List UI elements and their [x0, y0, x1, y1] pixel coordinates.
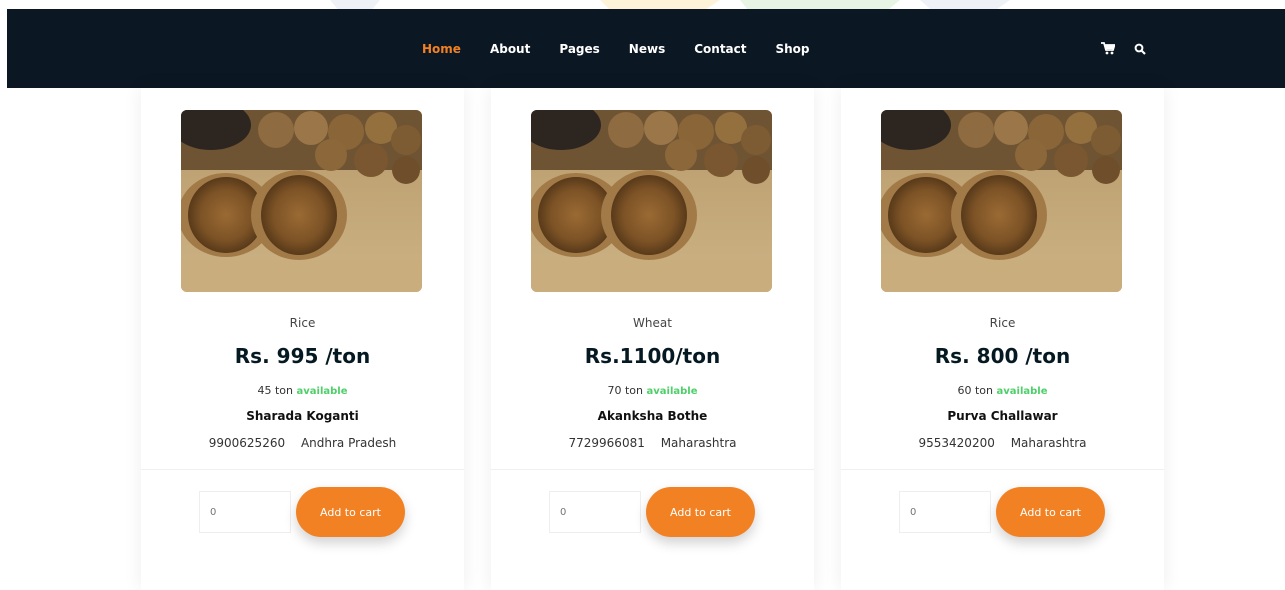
nav-news[interactable]: News — [629, 42, 665, 56]
product-card: Rice Rs. 800 /ton 60 ton available Purva… — [841, 88, 1164, 590]
nav-about[interactable]: About — [490, 42, 530, 56]
cart-icon[interactable] — [1100, 41, 1116, 57]
availability-label: available — [646, 386, 698, 397]
product-card: Wheat Rs.1100/ton 70 ton available Akank… — [491, 88, 814, 590]
availability-label: available — [296, 386, 348, 397]
seller-name: Purva Challawar — [947, 409, 1058, 423]
divider — [841, 469, 1164, 470]
product-name: Rice — [289, 316, 316, 330]
divider — [491, 469, 814, 470]
product-name: Wheat — [633, 316, 672, 330]
nav-contact[interactable]: Contact — [694, 42, 746, 56]
product-price: Rs.1100/ton — [584, 344, 721, 368]
quantity-input[interactable] — [199, 491, 291, 533]
stock-unit: ton — [274, 384, 293, 397]
product-price: Rs. 995 /ton — [234, 344, 371, 368]
seller-location: Maharashtra — [660, 436, 737, 450]
nav-pages[interactable]: Pages — [559, 42, 599, 56]
add-to-cart-button[interactable]: Add to cart — [296, 487, 405, 537]
product-image — [531, 110, 772, 292]
add-to-cart-button[interactable]: Add to cart — [646, 487, 755, 537]
nav-menu: Home About Pages News Contact Shop — [422, 9, 839, 88]
availability-label: available — [996, 386, 1048, 397]
stock-unit: ton — [974, 384, 993, 397]
product-price: Rs. 800 /ton — [934, 344, 1071, 368]
navbar: Home About Pages News Contact Shop — [7, 9, 1285, 88]
product-stock: 70 ton available — [491, 384, 814, 397]
nav-shop[interactable]: Shop — [776, 42, 810, 56]
add-to-cart-button[interactable]: Add to cart — [996, 487, 1105, 537]
quantity-input[interactable] — [549, 491, 641, 533]
product-image — [881, 110, 1122, 292]
product-name: Rice — [989, 316, 1016, 330]
stock-unit: ton — [624, 384, 643, 397]
quantity-input[interactable] — [899, 491, 991, 533]
stock-quantity: 60 — [957, 384, 972, 397]
product-stock: 60 ton available — [841, 384, 1164, 397]
product-image — [181, 110, 422, 292]
product-stock: 45 ton available — [141, 384, 464, 397]
search-icon[interactable] — [1132, 41, 1148, 57]
seller-phone: 9553420200 — [918, 436, 995, 450]
stock-quantity: 45 — [257, 384, 272, 397]
divider — [141, 469, 464, 470]
nav-home[interactable]: Home — [422, 42, 461, 56]
seller-contact: 7729966081 Maharashtra — [491, 436, 814, 450]
seller-contact: 9553420200 Maharashtra — [841, 436, 1164, 450]
seller-location: Andhra Pradesh — [300, 436, 397, 450]
seller-phone: 7729966081 — [568, 436, 645, 450]
seller-name: Sharada Koganti — [246, 409, 359, 423]
seller-contact: 9900625260 Andhra Pradesh — [141, 436, 464, 450]
seller-name: Akanksha Bothe — [597, 409, 708, 423]
seller-location: Maharashtra — [1010, 436, 1087, 450]
stock-quantity: 70 — [607, 384, 622, 397]
product-card: Rice Rs. 995 /ton 45 ton available Shara… — [141, 88, 464, 590]
seller-phone: 9900625260 — [208, 436, 286, 450]
